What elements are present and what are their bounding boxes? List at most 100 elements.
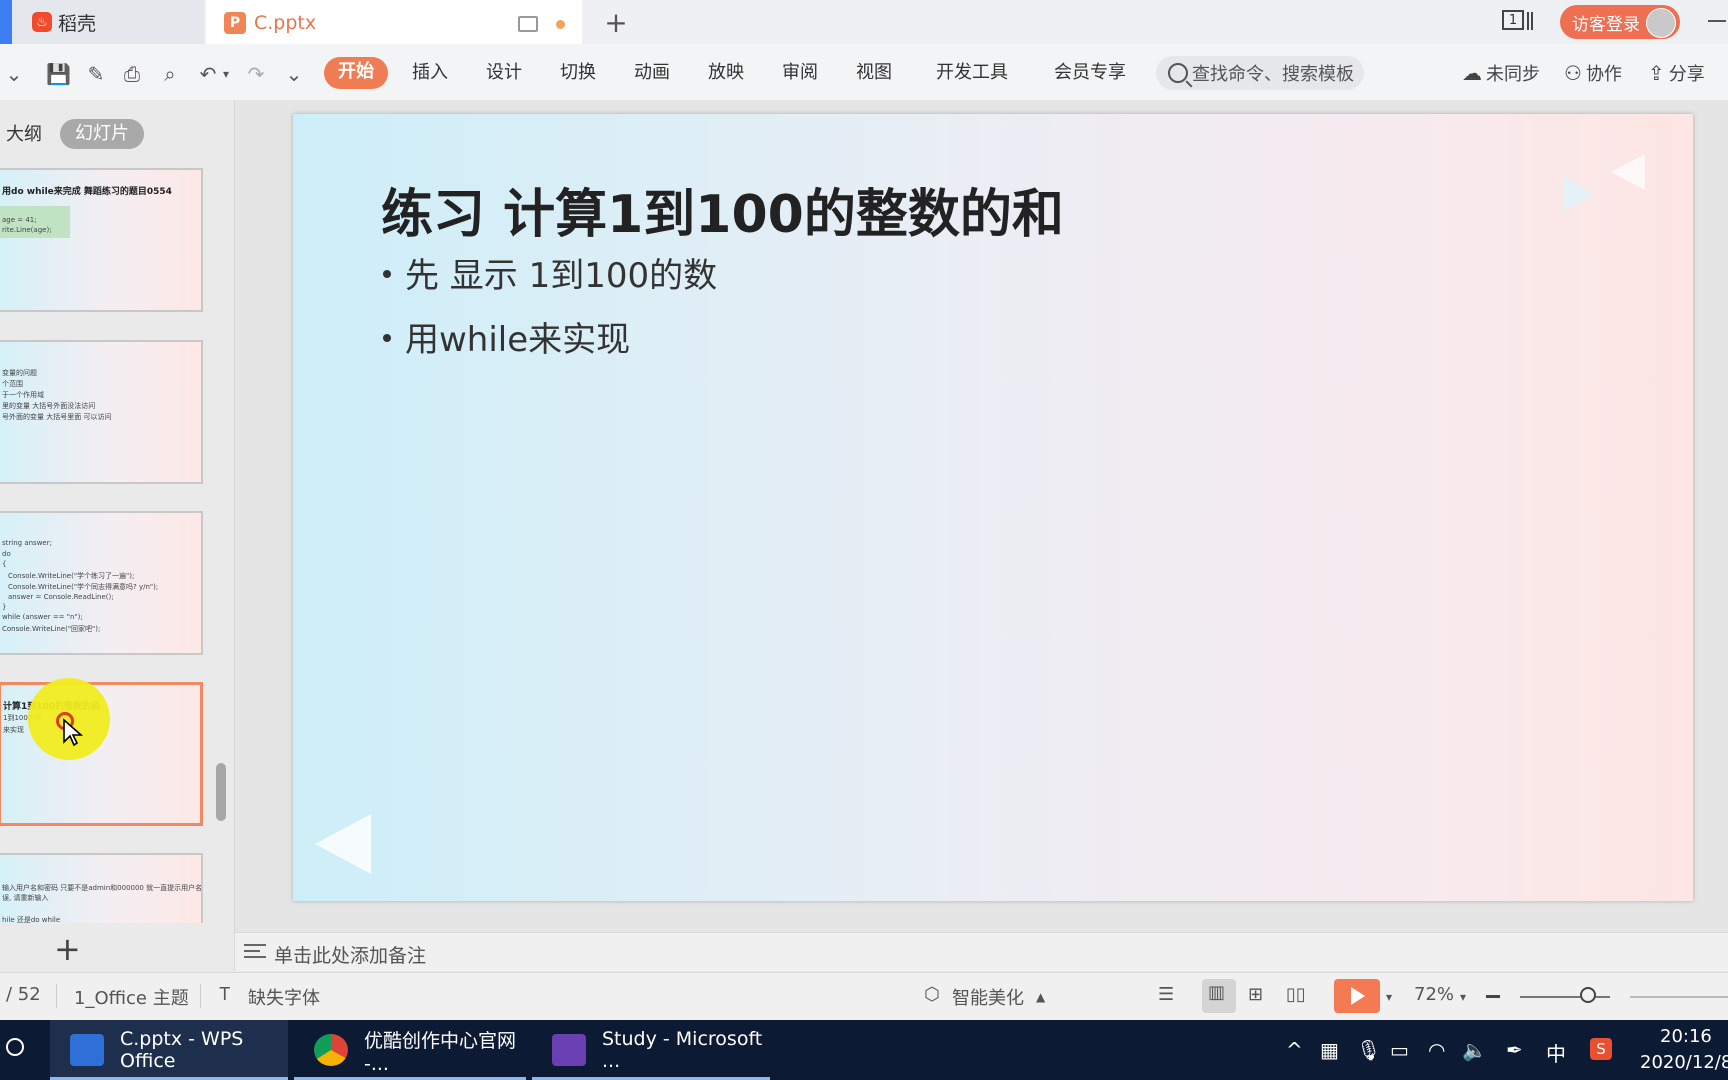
sync-button[interactable]: ☁ 未同步 [1462, 60, 1540, 86]
guest-login-button[interactable]: 访客登录 [1560, 5, 1680, 39]
missing-font-button[interactable]: 缺失字体 [248, 984, 320, 1010]
visual-studio-app-icon [552, 1034, 586, 1066]
ime-indicator[interactable]: 中 [1546, 1038, 1566, 1067]
battery-icon[interactable]: ▭ [1390, 1038, 1409, 1062]
slide-title[interactable]: 练习 计算1到100的整数的和 [381, 172, 1064, 247]
menu-view[interactable]: 视图 [856, 58, 892, 88]
slide-thumbnail[interactable]: string answer; do { Console.WriteLine("学… [0, 511, 203, 655]
slide-bullet[interactable]: 先 显示 1到100的数 [383, 248, 717, 297]
reading-view-icon[interactable]: ▯▯ [1286, 984, 1306, 1005]
thumb-text: 用do while来完成 舞蹈练习的题目0554 [2, 187, 172, 197]
thumb-text: 误, 请重新输入 [2, 894, 49, 902]
menu-review[interactable]: 审阅 [782, 58, 818, 88]
menu-animation[interactable]: 动画 [634, 58, 670, 88]
zoom-slider-track[interactable] [1630, 996, 1728, 998]
chrome-app-icon [314, 1034, 348, 1066]
new-tab-plus-icon[interactable]: + [600, 6, 632, 39]
command-search-input[interactable]: 查找命令、搜索模板 [1156, 56, 1364, 90]
sogou-ime-icon[interactable]: S [1590, 1038, 1612, 1060]
thumb-text: while (answer == "n"); [2, 613, 83, 621]
menu-developer[interactable]: 开发工具 [936, 58, 1008, 88]
zoom-slider-track[interactable] [1520, 996, 1610, 998]
normal-view-icon: ▥ [1208, 982, 1226, 1003]
add-slide-plus-icon[interactable]: + [54, 930, 81, 968]
microphone-icon[interactable]: 🎙 [1356, 1038, 1381, 1062]
ppt-file-icon: P [224, 12, 246, 34]
share-label: 分享 [1668, 64, 1705, 85]
thumb-text: 输入用户名和密码 只要不是admin和000000 就一直提示用户名 [2, 884, 203, 892]
tray-expand-icon[interactable]: ^ [1286, 1038, 1303, 1062]
menu-start[interactable]: 开始 [324, 57, 388, 89]
thumb-text: } [2, 603, 7, 611]
search-icon[interactable] [6, 1038, 24, 1056]
cloud-icon: ☁ [1462, 61, 1482, 85]
menu-member[interactable]: 会员专享 [1054, 58, 1126, 88]
thumb-text: Console.WriteLine("回家吧"); [2, 625, 101, 633]
print-preview-icon[interactable]: ⌕ [158, 62, 182, 86]
thumb-text: string answer; [2, 539, 52, 547]
clock-time[interactable]: 20:16 [1660, 1026, 1712, 1047]
zoom-level[interactable]: 72% [1414, 984, 1454, 1005]
format-painter-icon[interactable]: ✎ [84, 62, 108, 86]
thumb-text: hile 还是do while [2, 916, 61, 923]
tab-outline[interactable]: 大纲 [6, 120, 42, 146]
thumb-text: 变量的问题 [2, 369, 37, 377]
ribbon-toolbar: ⌄ 💾 ✎ ⎙ ⌕ ↶ ▾ ↷ ⌄ 开始 插入 设计 切换 动画 放映 审阅 视… [0, 44, 1728, 101]
save-icon[interactable]: 💾 [46, 62, 71, 86]
chevron-down-icon[interactable]: ⌄ [2, 62, 26, 86]
thumb-text: answer = Console.ReadLine(); [8, 593, 114, 601]
thumbnail-scrollbar[interactable] [216, 763, 226, 821]
tab-daoke[interactable]: ♨ 稻壳 [0, 0, 204, 44]
customize-dropdown-icon[interactable]: ⌄ [282, 62, 306, 86]
redo-icon[interactable]: ↷ [244, 62, 268, 86]
wifi-icon[interactable]: ◠ [1428, 1038, 1445, 1062]
share-button[interactable]: ⇪ 分享 [1648, 60, 1705, 86]
zoom-out-icon[interactable] [1486, 995, 1500, 998]
search-icon [1168, 63, 1188, 83]
slide-thumbnail[interactable]: 变量的问题 个范围 于一个作用域 里的变量 大括号外面没法访问 号外面的变量 大… [0, 340, 203, 484]
play-dropdown-icon[interactable]: ▾ [1386, 990, 1392, 1004]
notes-lines-icon [244, 944, 266, 958]
zoom-dropdown-icon[interactable]: ▾ [1460, 990, 1466, 1004]
print-icon[interactable]: ⎙ [120, 62, 144, 86]
menu-slideshow[interactable]: 放映 [708, 58, 744, 88]
avatar [1646, 8, 1676, 38]
taskbar-item-visual-studio[interactable]: Study - Microsoft ... [532, 1020, 770, 1080]
minimize-icon[interactable] [1708, 20, 1726, 22]
thumb-text: 号外面的变量 大括号里面 可以访问 [2, 413, 112, 421]
notes-pane[interactable] [235, 932, 1728, 971]
monitor-icon[interactable] [518, 16, 538, 32]
list-view-icon[interactable]: ☰ [1158, 984, 1174, 1005]
tab-slides[interactable]: 幻灯片 [60, 119, 144, 149]
menu-design[interactable]: 设计 [486, 58, 522, 88]
play-slideshow-button[interactable] [1334, 979, 1380, 1013]
beautify-icon: ⬡ [924, 984, 940, 1005]
beautify-button[interactable]: 智能美化 [952, 984, 1024, 1010]
collaborate-button[interactable]: ⚇ 协作 [1564, 60, 1622, 86]
divider [200, 984, 201, 1008]
slide-canvas[interactable]: 练习 计算1到100的整数的和 先 显示 1到100的数 用while来实现 [293, 114, 1693, 901]
bullet-text: 用while来实现 [405, 320, 631, 360]
taskbar-item-chrome[interactable]: 优酷创作中心官网 -... [294, 1020, 526, 1080]
thumb-text: Console.WriteLine("学个同志得满意吗? y/n"); [8, 583, 159, 591]
grid-view-icon[interactable]: ⊞ [1248, 984, 1263, 1005]
notes-placeholder[interactable]: 单击此处添加备注 [274, 941, 426, 968]
slide-thumbnail[interactable]: 用do while来完成 舞蹈练习的题目0554 age = 41; rite.… [0, 168, 203, 312]
bullet-dot-icon [383, 333, 391, 342]
volume-icon[interactable]: 🔈 [1462, 1038, 1487, 1062]
menu-transition[interactable]: 切换 [560, 58, 596, 88]
clock-date[interactable]: 2020/12/8 [1640, 1052, 1728, 1073]
pen-icon[interactable]: ✒ [1506, 1038, 1523, 1062]
tray-film-icon[interactable]: ▦ [1320, 1038, 1339, 1062]
page-indicator[interactable]: / 52 [6, 984, 41, 1005]
beautify-up-icon[interactable]: ▲ [1036, 990, 1045, 1004]
slide-thumbnail[interactable]: 输入用户名和密码 只要不是admin和000000 就一直提示用户名 误, 请重… [0, 853, 203, 923]
theme-name[interactable]: 1_Office 主题 [74, 984, 189, 1010]
slide-bullet[interactable]: 用while来实现 [383, 312, 630, 361]
window-count-icon[interactable]: 1 [1502, 10, 1524, 30]
zoom-slider-handle[interactable] [1580, 987, 1596, 1003]
undo-dropdown-icon[interactable]: ▾ [214, 62, 238, 86]
taskbar-item-wps[interactable]: C.pptx - WPS Office [50, 1020, 288, 1080]
tab-file-cpptx[interactable]: P C.pptx [206, 0, 582, 44]
menu-insert[interactable]: 插入 [412, 58, 448, 88]
